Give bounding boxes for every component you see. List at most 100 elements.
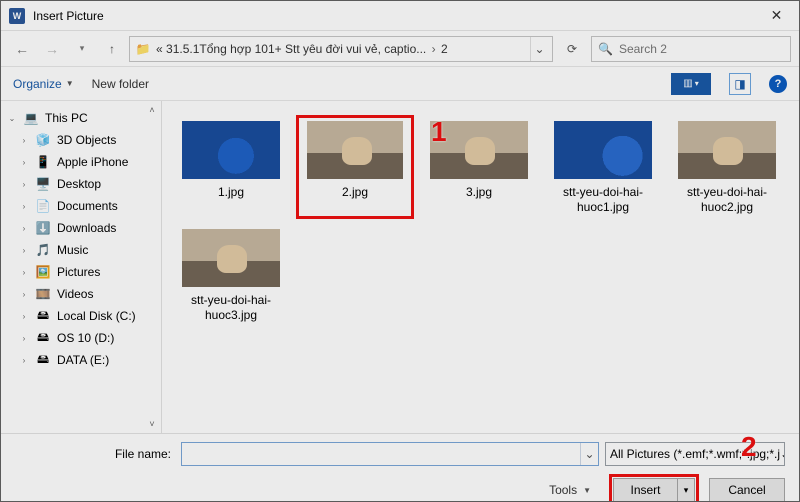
search-placeholder: Search 2 — [619, 42, 667, 56]
tree-local-disk-c[interactable]: ›🖴Local Disk (C:) — [1, 305, 161, 327]
titlebar: W Insert Picture ✕ — [1, 1, 799, 31]
file-type-filter[interactable]: All Pictures (*.emf;*.wmf;*.jpg;*.j ⌄ — [605, 442, 785, 466]
breadcrumb-part1[interactable]: 31.5.1Tổng hợp 101+ Stt yêu đời vui vẻ, … — [166, 42, 426, 56]
file-list[interactable]: 1.jpg 2.jpg 3.jpg stt-yeu-doi-hai-huoc1.… — [162, 101, 799, 433]
file-name-label: 3.jpg — [466, 185, 492, 200]
cancel-button[interactable]: Cancel — [709, 478, 785, 502]
thumbnail — [554, 121, 652, 179]
pc-icon: 💻 — [23, 110, 39, 126]
chevron-right-icon: › — [19, 334, 29, 343]
breadcrumb-part2[interactable]: 2 — [441, 42, 448, 56]
breadcrumb[interactable]: « 31.5.1Tổng hợp 101+ Stt yêu đời vui vẻ… — [156, 42, 530, 56]
filename-dropdown[interactable]: ⌄ — [580, 443, 598, 465]
phone-icon: 📱 — [35, 154, 51, 170]
tree-apple-iphone[interactable]: ›📱Apple iPhone — [1, 151, 161, 173]
navbar: ← → ▾ ↑ 📁 « 31.5.1Tổng hợp 101+ Stt yêu … — [1, 31, 799, 67]
new-folder-button[interactable]: New folder — [92, 77, 149, 91]
insert-dropdown[interactable]: ▾ — [677, 478, 695, 502]
organize-menu[interactable]: Organize ▼ — [13, 77, 74, 91]
file-item[interactable]: stt-yeu-doi-hai-huoc2.jpg — [668, 115, 786, 219]
file-name-label: stt-yeu-doi-hai-huoc1.jpg — [546, 185, 660, 215]
chevron-right-icon: › — [19, 290, 29, 299]
organize-label: Organize — [13, 77, 62, 91]
desktop-icon: 🖥️ — [35, 176, 51, 192]
tree-videos[interactable]: ›🎞️Videos — [1, 283, 161, 305]
chevron-right-icon: › — [19, 268, 29, 277]
footer: File name: ⌄ All Pictures (*.emf;*.wmf;*… — [1, 433, 799, 502]
thumbnail — [182, 229, 280, 287]
chevron-right-icon: › — [19, 136, 29, 145]
chevron-right-icon: › — [19, 356, 29, 365]
tree-data-e[interactable]: ›🖴DATA (E:) — [1, 349, 161, 371]
annotation-1: 1 — [431, 116, 447, 148]
view-mode-button[interactable]: ▥ ▾ — [671, 73, 711, 95]
chevron-right-icon: › — [432, 42, 436, 56]
file-item-selected[interactable]: 2.jpg — [296, 115, 414, 219]
drive-icon: 🖴 — [35, 352, 51, 368]
chevron-down-icon: ▼ — [583, 486, 591, 495]
chevron-down-icon: ⌄ — [7, 114, 17, 123]
annotation-2: 2 — [741, 431, 757, 463]
thumbnail — [678, 121, 776, 179]
filename-label: File name: — [15, 447, 175, 461]
tree-scroll-up[interactable]: ˄ — [145, 103, 159, 117]
cube-icon: 🧊 — [35, 132, 51, 148]
downloads-icon: ⬇️ — [35, 220, 51, 236]
file-item[interactable]: stt-yeu-doi-hai-huoc1.jpg — [544, 115, 662, 219]
forward-button[interactable]: → — [39, 36, 65, 62]
tree-scroll-down[interactable]: ˅ — [145, 417, 159, 431]
search-icon: 🔍 — [598, 42, 613, 56]
tree-pictures[interactable]: ›🖼️Pictures — [1, 261, 161, 283]
address-bar[interactable]: 📁 « 31.5.1Tổng hợp 101+ Stt yêu đời vui … — [129, 36, 553, 62]
music-icon: 🎵 — [35, 242, 51, 258]
documents-icon: 📄 — [35, 198, 51, 214]
thumbnail — [182, 121, 280, 179]
drive-icon: 🖴 — [35, 330, 51, 346]
close-button[interactable]: ✕ — [754, 1, 799, 31]
new-folder-label: New folder — [92, 77, 149, 91]
tree-documents[interactable]: ›📄Documents — [1, 195, 161, 217]
tree-desktop[interactable]: ›🖥️Desktop — [1, 173, 161, 195]
file-item[interactable]: stt-yeu-doi-hai-huoc3.jpg — [172, 223, 290, 327]
thumbnail — [307, 121, 403, 179]
tree-this-pc[interactable]: ⌄ 💻 This PC — [1, 107, 161, 129]
refresh-button[interactable]: ⟳ — [557, 36, 587, 62]
tools-label: Tools — [549, 483, 577, 497]
toolbar: Organize ▼ New folder ▥ ▾ ◨ ? — [1, 67, 799, 101]
window-title: Insert Picture — [33, 9, 754, 23]
chevron-right-icon: › — [19, 312, 29, 321]
help-button[interactable]: ? — [769, 75, 787, 93]
chevron-right-icon: › — [19, 246, 29, 255]
file-name-label: stt-yeu-doi-hai-huoc2.jpg — [670, 185, 784, 215]
file-name-label: 1.jpg — [218, 185, 244, 200]
navigation-tree[interactable]: ˄ ⌄ 💻 This PC ›🧊3D Objects ›📱Apple iPhon… — [1, 101, 161, 433]
address-dropdown[interactable]: ⌄ — [530, 37, 548, 61]
tree-music[interactable]: ›🎵Music — [1, 239, 161, 261]
tree-root-label: This PC — [45, 111, 88, 125]
tools-menu[interactable]: Tools ▼ — [549, 483, 591, 497]
recent-locations-dropdown[interactable]: ▾ — [69, 36, 95, 62]
file-item[interactable]: 1.jpg — [172, 115, 290, 219]
chevron-right-icon: › — [19, 224, 29, 233]
back-button[interactable]: ← — [9, 36, 35, 62]
up-button[interactable]: ↑ — [99, 36, 125, 62]
insert-button[interactable]: Insert — [613, 478, 677, 502]
preview-pane-button[interactable]: ◨ — [729, 73, 751, 95]
file-name-label: 2.jpg — [342, 185, 368, 200]
chevron-down-icon: ⌄ — [780, 447, 785, 461]
videos-icon: 🎞️ — [35, 286, 51, 302]
chevron-right-icon: › — [19, 180, 29, 189]
file-name-label: stt-yeu-doi-hai-huoc3.jpg — [174, 293, 288, 323]
filename-field[interactable] — [182, 447, 580, 461]
search-input[interactable]: 🔍 Search 2 — [591, 36, 791, 62]
pictures-icon: 🖼️ — [35, 264, 51, 280]
filename-input[interactable]: ⌄ — [181, 442, 599, 466]
tree-downloads[interactable]: ›⬇️Downloads — [1, 217, 161, 239]
chevron-right-icon: › — [19, 158, 29, 167]
tree-3d-objects[interactable]: ›🧊3D Objects — [1, 129, 161, 151]
tree-os10-d[interactable]: ›🖴OS 10 (D:) — [1, 327, 161, 349]
pane-icon: ◨ — [734, 77, 745, 91]
drive-icon: 🖴 — [35, 308, 51, 324]
insert-highlight: Insert ▾ — [609, 474, 699, 502]
insert-picture-dialog: W Insert Picture ✕ ← → ▾ ↑ 📁 « 31.5.1Tổn… — [0, 0, 800, 502]
